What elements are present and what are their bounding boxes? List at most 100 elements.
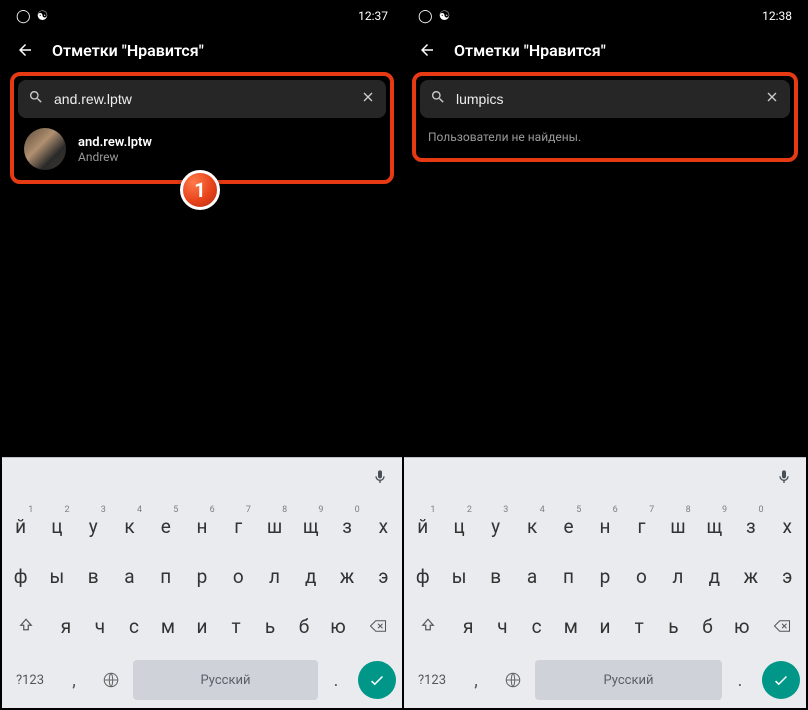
screen-header: Отметки "Нравится"	[2, 30, 402, 70]
symbols-key[interactable]: ?123	[4, 660, 56, 700]
shift-key[interactable]	[406, 604, 450, 648]
key[interactable]: в	[77, 554, 110, 598]
key[interactable]: д	[294, 554, 327, 598]
key[interactable]: е5	[552, 504, 585, 548]
symbols-key[interactable]: ?123	[406, 660, 458, 700]
key[interactable]: п	[552, 554, 585, 598]
backspace-key[interactable]	[760, 604, 804, 648]
key[interactable]: о	[222, 554, 255, 598]
key[interactable]: э	[367, 554, 400, 598]
key[interactable]: ч	[487, 604, 518, 648]
no-results-text: Пользователи не найдены.	[420, 118, 790, 150]
key[interactable]: и	[186, 604, 217, 648]
key[interactable]: л	[661, 554, 694, 598]
key[interactable]: ф	[4, 554, 37, 598]
key[interactable]: щ9	[294, 504, 327, 548]
key[interactable]: к4	[113, 504, 146, 548]
key[interactable]: ю	[726, 604, 757, 648]
key[interactable]: т	[221, 604, 252, 648]
key[interactable]: з0	[330, 504, 363, 548]
key[interactable]: а	[515, 554, 548, 598]
result-displayname: Andrew	[78, 150, 152, 164]
key[interactable]: э	[771, 554, 804, 598]
key[interactable]: ц2	[442, 504, 475, 548]
shazam-icon: ☯	[37, 9, 49, 24]
key[interactable]: у3	[77, 504, 110, 548]
key[interactable]: а	[113, 554, 146, 598]
key[interactable]: ж	[330, 554, 363, 598]
search-input[interactable]	[54, 91, 350, 107]
key[interactable]: щ9	[698, 504, 731, 548]
space-key[interactable]: Русский	[133, 660, 318, 700]
page-title: Отметки "Нравится"	[454, 41, 606, 60]
mic-icon[interactable]	[776, 469, 792, 489]
key[interactable]: г7	[222, 504, 255, 548]
key[interactable]: н6	[588, 504, 621, 548]
comma-key[interactable]: ,	[461, 660, 491, 700]
backspace-key[interactable]	[357, 604, 400, 648]
search-result[interactable]: and.rew.lptw Andrew	[18, 118, 386, 172]
key[interactable]: о	[625, 554, 658, 598]
key[interactable]: м	[555, 604, 586, 648]
key[interactable]: с	[521, 604, 552, 648]
key[interactable]: ь	[255, 604, 286, 648]
key[interactable]: з0	[734, 504, 767, 548]
globe-key[interactable]	[494, 660, 532, 700]
key[interactable]: ц2	[40, 504, 73, 548]
key[interactable]: й1	[406, 504, 439, 548]
key[interactable]: т	[624, 604, 655, 648]
search-bar[interactable]	[420, 80, 790, 118]
key[interactable]: ы	[40, 554, 73, 598]
globe-key[interactable]	[92, 660, 130, 700]
key[interactable]: х	[771, 504, 804, 548]
comma-key[interactable]: ,	[59, 660, 89, 700]
key[interactable]: д	[698, 554, 731, 598]
key[interactable]: ь	[658, 604, 689, 648]
key[interactable]: с	[118, 604, 149, 648]
key[interactable]: х	[367, 504, 400, 548]
clear-icon[interactable]	[360, 89, 376, 109]
key[interactable]: б	[289, 604, 320, 648]
key[interactable]: ю	[323, 604, 354, 648]
key[interactable]: и	[589, 604, 620, 648]
key[interactable]: л	[258, 554, 291, 598]
enter-key[interactable]	[762, 661, 800, 699]
key[interactable]: ж	[734, 554, 767, 598]
key[interactable]: я	[50, 604, 81, 648]
step-badge-1: 1	[180, 170, 220, 210]
key[interactable]: я	[453, 604, 484, 648]
space-key[interactable]: Русский	[535, 660, 722, 700]
key[interactable]: б	[692, 604, 723, 648]
period-key[interactable]: .	[725, 660, 755, 700]
key[interactable]: у3	[479, 504, 512, 548]
key[interactable]: в	[479, 554, 512, 598]
period-key[interactable]: .	[321, 660, 351, 700]
enter-key[interactable]	[358, 661, 396, 699]
keyboard[interactable]: й1ц2у3к4е5н6г7ш8щ9з0х фывапролджэ ячсмитьб…	[2, 457, 402, 708]
search-bar[interactable]	[18, 80, 386, 118]
key[interactable]: к4	[515, 504, 548, 548]
key[interactable]: й1	[4, 504, 37, 548]
mic-icon[interactable]	[372, 469, 388, 489]
shift-key[interactable]	[4, 604, 47, 648]
key[interactable]: е5	[149, 504, 182, 548]
key[interactable]: ш8	[661, 504, 694, 548]
key[interactable]: п	[149, 554, 182, 598]
status-bar: ◯ ☯ 12:37	[2, 2, 402, 30]
key[interactable]: н6	[185, 504, 218, 548]
key[interactable]: р	[588, 554, 621, 598]
key[interactable]: р	[185, 554, 218, 598]
result-username: and.rew.lptw	[78, 135, 152, 150]
keyboard[interactable]: й1ц2у3к4е5н6г7ш8щ9з0х фывапролджэ ячсмитьб…	[404, 457, 806, 708]
key[interactable]: м	[152, 604, 183, 648]
key[interactable]: ф	[406, 554, 439, 598]
key[interactable]: ш8	[258, 504, 291, 548]
search-input[interactable]	[456, 91, 754, 107]
back-icon[interactable]	[418, 41, 436, 59]
key[interactable]: г7	[625, 504, 658, 548]
clear-icon[interactable]	[764, 89, 780, 109]
back-icon[interactable]	[16, 41, 34, 59]
key[interactable]: ч	[84, 604, 115, 648]
screen-header: Отметки "Нравится"	[404, 30, 806, 70]
key[interactable]: ы	[442, 554, 475, 598]
